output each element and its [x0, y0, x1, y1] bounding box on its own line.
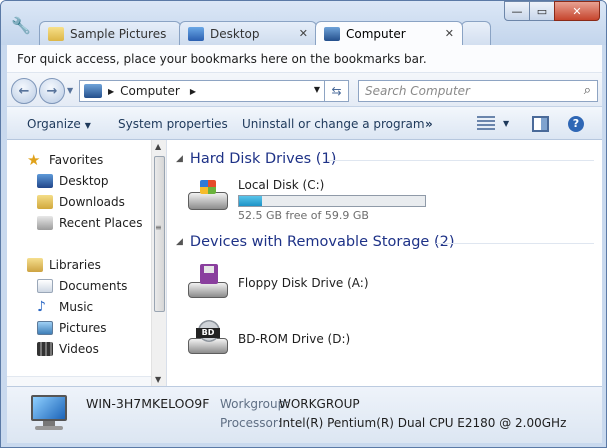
- address-dropdown-icon[interactable]: ▼: [314, 85, 320, 94]
- floppy-drive-icon: [186, 264, 230, 300]
- workgroup-value: WORKGROUP: [279, 397, 360, 411]
- chevron-down-icon: ▼: [84, 121, 91, 130]
- breadcrumb-arrow-icon[interactable]: ▶: [108, 87, 114, 96]
- explorer-window: 🔧 Sample Pictures Desktop ✕ Computer ✕ —…: [0, 0, 607, 448]
- nav-item-music[interactable]: ♪ Music: [37, 298, 93, 316]
- address-bar[interactable]: ▶ Computer ▶ ▼: [79, 80, 325, 102]
- back-arrow-icon: ←: [18, 83, 30, 99]
- search-box[interactable]: ⌕: [358, 80, 598, 102]
- group-divider: [436, 243, 594, 244]
- tab-sample-pictures[interactable]: Sample Pictures: [39, 21, 181, 45]
- drive-bd-rom-d[interactable]: BD BD-ROM Drive (D:): [186, 320, 350, 356]
- forward-arrow-icon: →: [46, 83, 58, 99]
- collapse-triangle-icon[interactable]: ◢: [176, 237, 183, 247]
- nav-item-videos[interactable]: Videos: [37, 340, 99, 358]
- nav-libraries[interactable]: Libraries: [27, 256, 101, 274]
- scroll-down-arrow-icon[interactable]: ▼: [155, 375, 161, 384]
- drive-name: Local Disk (C:): [238, 178, 325, 192]
- search-icon[interactable]: ⌕: [584, 83, 591, 98]
- nav-item-pictures[interactable]: Pictures: [37, 319, 107, 337]
- nav-item-desktop[interactable]: Desktop: [37, 172, 109, 190]
- computer-icon: [84, 84, 102, 98]
- drive-free-space: 52.5 GB free of 59.9 GB: [238, 209, 369, 222]
- bd-rom-drive-icon: BD: [186, 320, 230, 356]
- tab-computer[interactable]: Computer ✕: [315, 21, 463, 45]
- nav-pane-scrollbar[interactable]: ▲ ≡ ▼: [151, 140, 166, 386]
- system-properties-button[interactable]: System properties: [118, 117, 228, 131]
- nav-favorites[interactable]: ★ Favorites: [27, 151, 103, 169]
- computer-icon: [324, 26, 340, 41]
- refresh-icon: ⇆: [331, 84, 342, 98]
- desktop-icon: [188, 26, 204, 41]
- tab-label: Sample Pictures: [70, 26, 167, 41]
- tab-label: Computer: [346, 26, 406, 41]
- pictures-icon: [37, 321, 53, 335]
- drive-floppy-a[interactable]: Floppy Disk Drive (A:): [186, 264, 369, 300]
- wrench-icon[interactable]: 🔧: [11, 15, 31, 35]
- tab-label: Desktop: [210, 26, 260, 41]
- computer-name: WIN-3H7MKELOO9F: [86, 396, 210, 411]
- change-view-icon[interactable]: [477, 116, 495, 132]
- preview-pane-icon[interactable]: [532, 116, 549, 132]
- processor-value: Intel(R) Pentium(R) Dual CPU E2180 @ 2.0…: [279, 416, 567, 430]
- folder-icon: [48, 26, 64, 41]
- details-pane: WIN-3H7MKELOO9F Workgroup: WORKGROUP Pro…: [7, 386, 602, 443]
- drive-local-disk-c[interactable]: Local Disk (C:) 52.5 GB free of 59.9 GB: [186, 178, 426, 222]
- capacity-bar: [238, 195, 426, 207]
- videos-icon: [37, 342, 53, 356]
- recent-places-icon: [37, 216, 53, 230]
- bookmarks-bar-text: For quick access, place your bookmarks h…: [17, 51, 427, 66]
- star-icon: ★: [27, 151, 41, 169]
- nav-item-downloads[interactable]: Downloads: [37, 193, 125, 211]
- close-tab-icon[interactable]: ✕: [445, 27, 454, 40]
- capacity-bar-fill: [239, 196, 263, 206]
- collapse-triangle-icon[interactable]: ◢: [176, 154, 183, 164]
- content-area: ★ Favorites Desktop Downloads Recent Pla…: [7, 140, 602, 386]
- hard-disk-icon: [186, 178, 230, 214]
- nav-item-recent-places[interactable]: Recent Places: [37, 214, 142, 232]
- search-input[interactable]: [359, 81, 571, 101]
- forward-button[interactable]: →: [39, 78, 65, 104]
- tab-strip: 🔧 Sample Pictures Desktop ✕ Computer ✕ —…: [1, 1, 606, 45]
- scrollbar-thumb[interactable]: [154, 156, 165, 312]
- documents-icon: [37, 279, 53, 293]
- back-button[interactable]: ←: [11, 78, 37, 104]
- scroll-up-arrow-icon[interactable]: ▲: [155, 142, 161, 151]
- uninstall-program-button[interactable]: Uninstall or change a program: [242, 117, 425, 131]
- refresh-button[interactable]: ⇆: [325, 80, 349, 102]
- drive-name: BD-ROM Drive (D:): [238, 332, 351, 346]
- drive-name: Floppy Disk Drive (A:): [238, 276, 369, 290]
- nav-pane-next-item-partial: [7, 376, 151, 386]
- help-icon[interactable]: ?: [568, 116, 584, 132]
- close-tab-icon[interactable]: ✕: [299, 27, 308, 40]
- organize-button[interactable]: Organize ▼: [27, 117, 91, 131]
- group-divider: [328, 160, 594, 161]
- breadcrumb-computer[interactable]: Computer: [120, 84, 180, 98]
- group-header-hard-disks[interactable]: ◢ Hard Disk Drives (1): [176, 151, 336, 167]
- scrollbar-grip-icon: ≡: [155, 223, 162, 232]
- tab-desktop[interactable]: Desktop ✕: [179, 21, 317, 45]
- group-header-removable[interactable]: ◢ Devices with Removable Storage (2): [176, 234, 455, 250]
- processor-label: Processor:: [220, 416, 282, 430]
- maximize-button[interactable]: ▭: [529, 1, 555, 21]
- view-options-dropdown-icon[interactable]: ▼: [503, 119, 509, 128]
- close-button[interactable]: ✕: [554, 1, 600, 21]
- recent-pages-dropdown-icon[interactable]: ▼: [67, 86, 73, 95]
- navigation-pane: ★ Favorites Desktop Downloads Recent Pla…: [7, 140, 167, 386]
- breadcrumb-arrow-icon[interactable]: ▶: [190, 87, 196, 96]
- minimize-button[interactable]: —: [504, 1, 530, 21]
- music-icon: ♪: [37, 299, 46, 315]
- bookmarks-bar: For quick access, place your bookmarks h…: [7, 45, 602, 73]
- downloads-folder-icon: [37, 195, 53, 209]
- main-pane: ◢ Hard Disk Drives (1) Local Disk (C:) 5…: [168, 140, 602, 386]
- desktop-icon: [37, 174, 53, 188]
- libraries-icon: [27, 258, 43, 272]
- computer-icon: [27, 395, 71, 433]
- navigation-row: ← → ▼ ▶ Computer ▶ ▼ ⇆ ⌕: [7, 73, 602, 107]
- more-commands-button[interactable]: »: [425, 117, 433, 131]
- nav-item-documents[interactable]: Documents: [37, 277, 127, 295]
- new-tab-button[interactable]: [461, 21, 491, 45]
- command-bar: Organize ▼ System properties Uninstall or…: [7, 107, 602, 140]
